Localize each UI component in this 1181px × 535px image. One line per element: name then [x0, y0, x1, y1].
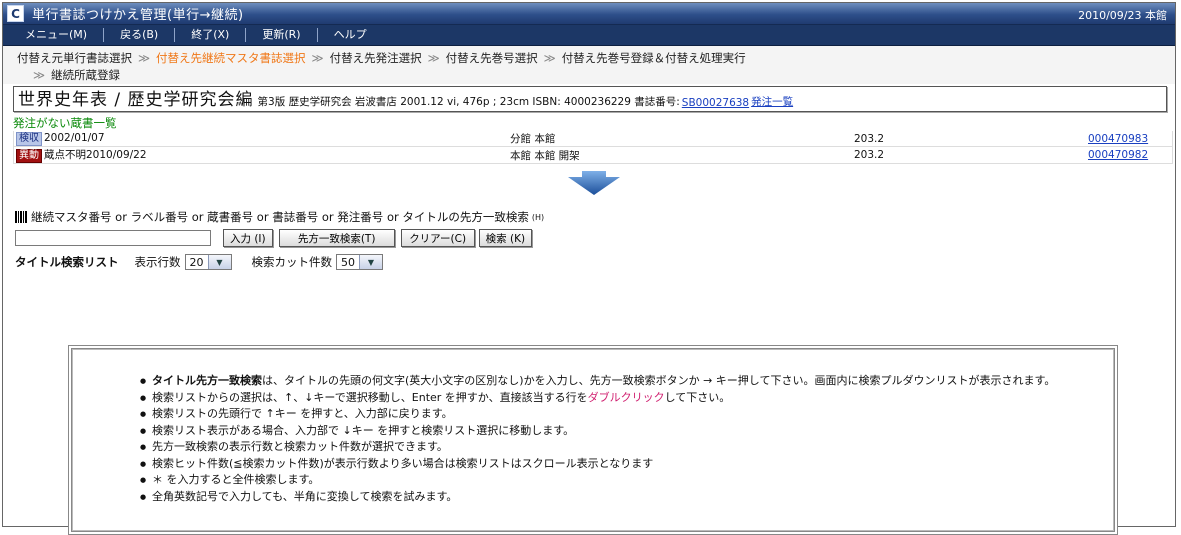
table-row[interactable]: 異動 蔵点不明2010/09/22 本館 本館 開架 203.2 00047098… — [13, 146, 1173, 164]
breadcrumb-step-volume: 付替え先巻号選択 — [445, 51, 538, 65]
rows-select[interactable]: 20 ▼ — [184, 254, 232, 270]
window-title: 単行書誌つけかえ管理(単行→継続) — [32, 8, 244, 23]
book-details: 第3版 歴史学研究会 岩波書店 2001.12 vi, 476p ; 23cm … — [257, 96, 680, 108]
breadcrumb-separator: ≫ — [311, 51, 324, 65]
book-info-box: 世界史年表 / 歴史学研究会編 第3版 歴史学研究会 岩波書店 2001.12 … — [13, 86, 1167, 112]
menu-menu[interactable]: メニュー(M) — [9, 28, 105, 42]
help-item: 検索ヒット件数(≦検索カット件数)が表示行数より多い場合は検索リストはスクロール… — [140, 456, 1088, 473]
breadcrumb-step-source: 付替え元単行書誌選択 — [17, 51, 132, 65]
menu-exit[interactable]: 終了(X) — [175, 28, 247, 42]
breadcrumb-step-target-master: 付替え先継続マスタ書誌選択 — [156, 51, 306, 65]
table-row[interactable]: 検収 2002/01/07 分館 本館 203.2 000470983 — [13, 131, 1173, 147]
holding-id-link[interactable]: 000470982 — [1088, 149, 1148, 161]
menu-back[interactable]: 戻る(B) — [104, 28, 176, 42]
search-label: 継続マスタ番号 or ラベル番号 or 蔵書番号 or 書誌番号 or 発注番号… — [15, 209, 544, 225]
help-panel: タイトル先方一致検索は、タイトルの先頭の何文字(英大小文字の区別なし)かを入力し… — [68, 345, 1118, 535]
status-badge: 検収 — [16, 131, 42, 146]
help-item: 検索リストの先頭行で ↑キー を押すと、入力部に戻ります。 — [140, 406, 1088, 423]
help-item: 検索リスト表示がある場合、入力部で ↓キー を押すと検索リスト選択に移動します。 — [140, 423, 1088, 440]
cut-count-label: 検索カット件数 — [251, 255, 333, 269]
book-title: 世界史年表 / 歴史学研究会編 — [18, 90, 254, 110]
barcode-icon — [15, 211, 28, 223]
breadcrumb-step-register: 付替え先巻号登録＆付替え処理実行 — [561, 51, 746, 65]
breadcrumb-step-holding: 継続所蔵登録 — [51, 68, 121, 82]
menu-help[interactable]: ヘルプ — [318, 28, 383, 42]
chevron-down-icon: ▼ — [207, 255, 231, 269]
date-location-status: 2010/09/23 本館 — [1078, 9, 1167, 22]
search-button[interactable]: 検索 (K) — [478, 229, 533, 247]
help-item: タイトル先方一致検索は、タイトルの先頭の何文字(英大小文字の区別なし)かを入力し… — [140, 373, 1088, 390]
search-row: 入力 (I) 先方一致検索(T) クリアー(C) 検索 (K) — [15, 229, 533, 247]
clear-button[interactable]: クリアー(C) — [400, 229, 475, 247]
search-hotkey: (H) — [531, 212, 545, 222]
title-bar: C 単行書誌つけかえ管理(単行→継続) 2010/09/23 本館 — [3, 3, 1175, 25]
help-item: 全角英数記号で入力しても、半角に変換して検索を試みます。 — [140, 489, 1088, 506]
holding-id-link[interactable]: 000470983 — [1088, 133, 1148, 145]
cut-count-select[interactable]: 50 ▼ — [336, 254, 383, 270]
holding-class: 203.2 — [852, 146, 1086, 164]
holding-status: 2002/01/07 — [44, 131, 105, 144]
input-button[interactable]: 入力 (I) — [223, 229, 273, 247]
rows-label: 表示行数 — [134, 255, 181, 269]
down-arrow-icon — [568, 171, 620, 195]
holding-location: 本館 本館 開架 — [508, 146, 852, 164]
chevron-down-icon: ▼ — [359, 255, 382, 269]
prefix-search-button[interactable]: 先方一致検索(T) — [278, 229, 395, 247]
search-input[interactable] — [15, 230, 211, 246]
help-item: 検索リストからの選択は、↑、↓キーで選択移動し、Enter を押すか、直接該当す… — [140, 390, 1088, 407]
biblio-id-link[interactable]: SB00027638 — [682, 97, 749, 109]
breadcrumb-separator: ≫ — [33, 68, 46, 82]
holding-class: 203.2 — [852, 131, 1086, 147]
order-list-link[interactable]: 発注一覧 — [751, 94, 793, 109]
app-logo-icon: C — [7, 5, 24, 22]
menu-bar: メニュー(M) 戻る(B) 終了(X) 更新(R) ヘルプ — [3, 25, 1175, 46]
holding-location: 分館 本館 — [508, 131, 852, 147]
status-badge: 異動 — [16, 149, 42, 163]
menu-refresh[interactable]: 更新(R) — [246, 28, 318, 42]
help-item: 先方一致検索の表示行数と検索カット件数が選択できます。 — [140, 439, 1088, 456]
title-search-list-label: タイトル検索リスト — [15, 255, 119, 269]
help-item: ＊ を入力すると全件検索します。 — [140, 472, 1088, 489]
breadcrumb-separator: ≫ — [427, 51, 440, 65]
breadcrumb-separator: ≫ — [138, 51, 151, 65]
rows-value: 20 — [189, 255, 204, 269]
search-options: タイトル検索リスト 表示行数 20 ▼ 検索カット件数 50 ▼ — [15, 254, 403, 270]
holdings-heading: 発注がない蔵書一覧 — [13, 116, 117, 130]
holdings-table: 検収 2002/01/07 分館 本館 203.2 000470983 異動 蔵点不… — [13, 131, 1173, 164]
breadcrumb-separator: ≫ — [543, 51, 556, 65]
breadcrumb: 付替え元単行書誌選択 ≫ 付替え先継続マスタ書誌選択 ≫ 付替え先発注選択 ≫ 付替え先巻号… — [3, 46, 1175, 84]
cut-count-value: 50 — [341, 255, 355, 269]
breadcrumb-step-order: 付替え先発注選択 — [329, 51, 422, 65]
holding-status: 蔵点不明2010/09/22 — [44, 149, 147, 161]
search-label-text: 継続マスタ番号 or ラベル番号 or 蔵書番号 or 書誌番号 or 発注番号… — [31, 210, 529, 224]
